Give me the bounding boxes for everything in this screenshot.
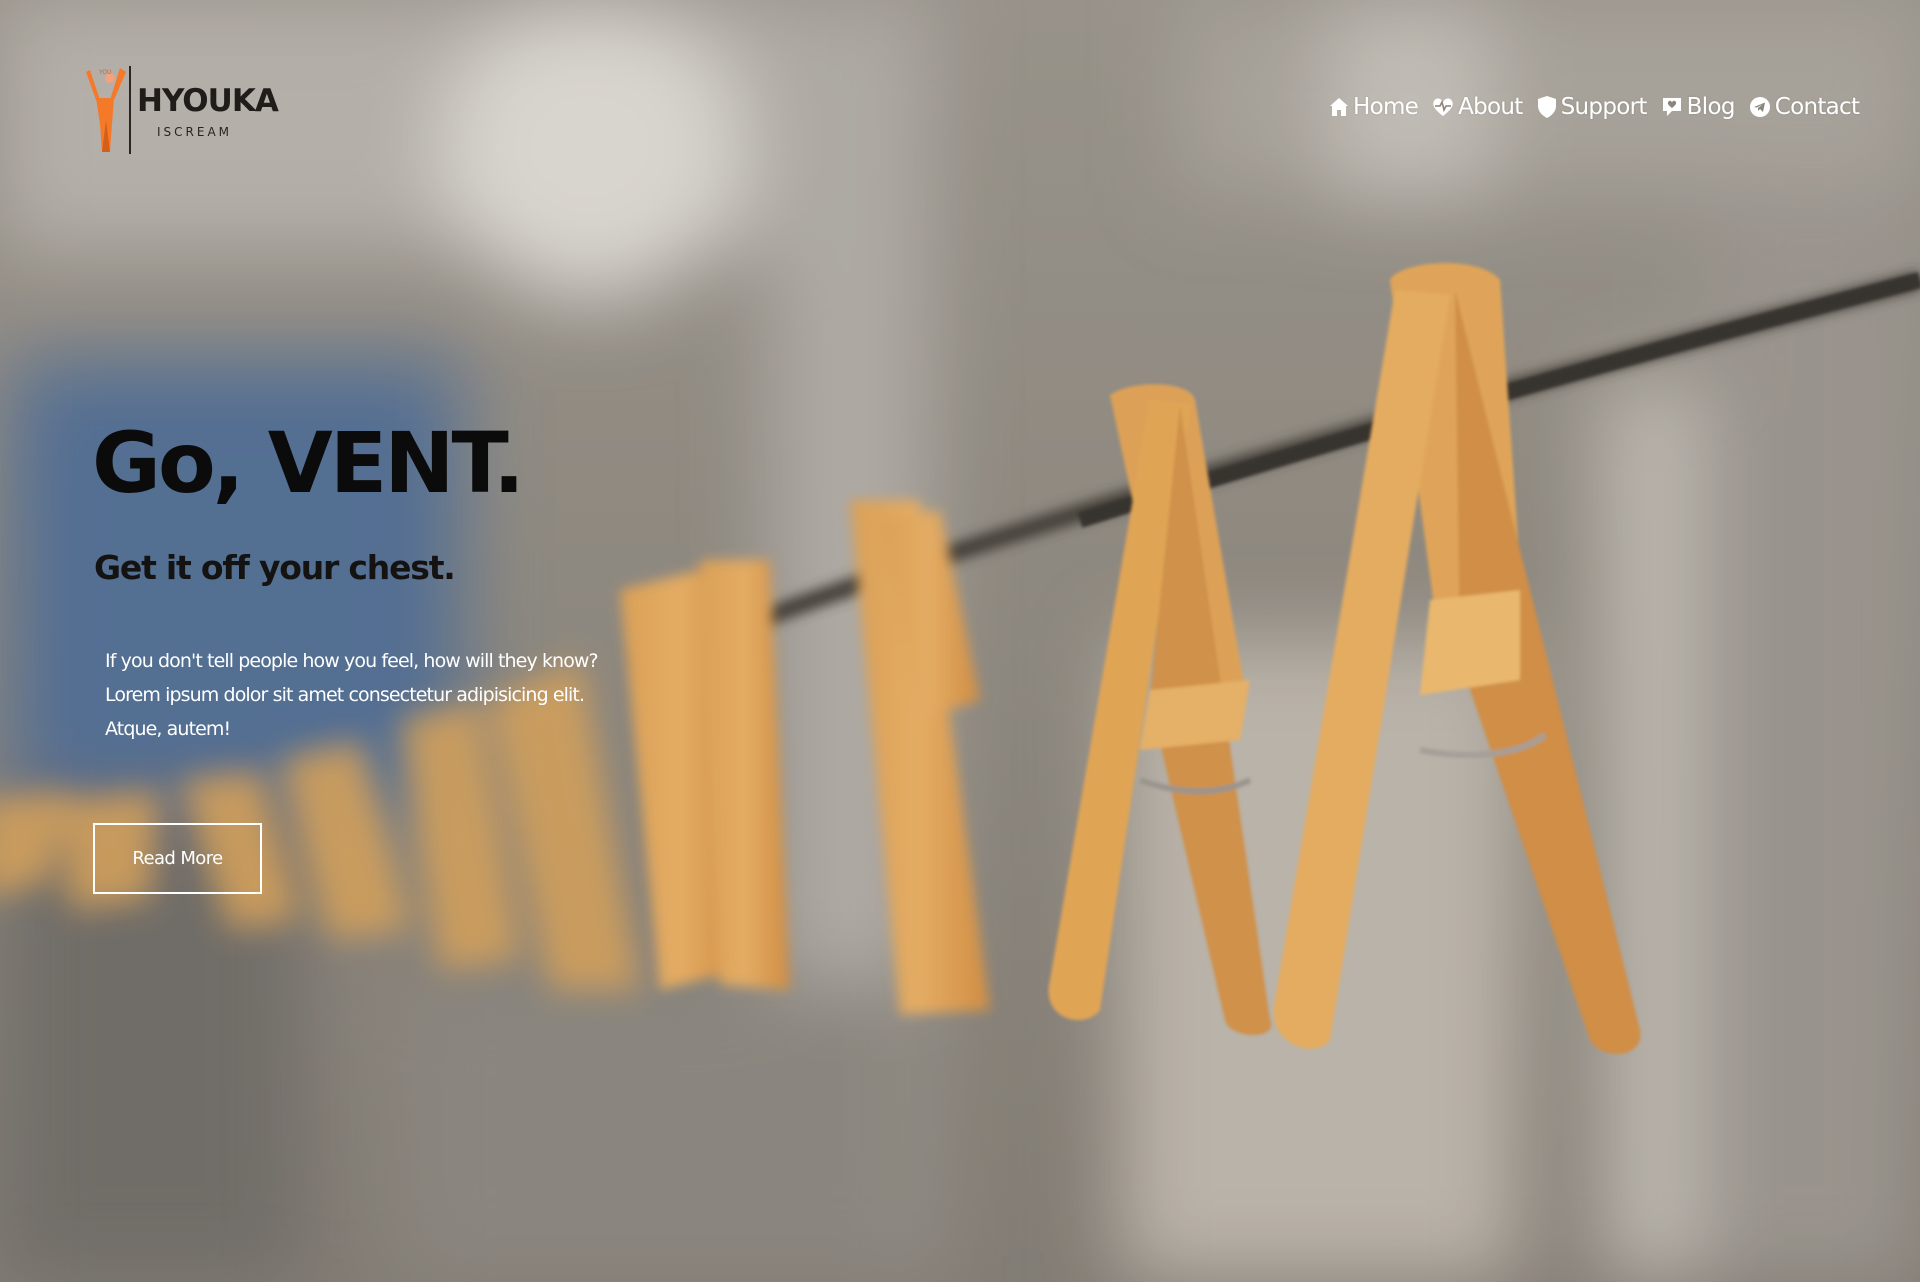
nav-item-support[interactable]: Support — [1537, 94, 1647, 120]
landing-page: YOU HYOUKA ISCREAM Home About Support Bl… — [0, 0, 1920, 1282]
nav-item-label: Home — [1353, 94, 1419, 120]
person-arms-raised-icon: YOU — [86, 68, 126, 152]
brand-logo[interactable]: YOU HYOUKA ISCREAM — [82, 64, 279, 156]
nav-item-blog[interactable]: Blog — [1661, 94, 1735, 120]
heart-pulse-icon — [1433, 98, 1453, 116]
hero-description-line: Lorem ipsum dolor sit amet consectetur a… — [105, 684, 585, 706]
read-more-button[interactable]: Read More — [93, 823, 262, 894]
nav-item-label: Contact — [1774, 94, 1860, 120]
shield-icon — [1537, 96, 1556, 118]
svg-text:YOU: YOU — [98, 69, 111, 76]
logo-divider — [129, 66, 131, 154]
nav-item-home[interactable]: Home — [1329, 94, 1419, 120]
nav-item-label: Blog — [1686, 94, 1736, 120]
hero-description-line: Atque, autem! — [105, 718, 231, 740]
brand-subtitle: ISCREAM — [157, 125, 233, 139]
nav-item-contact[interactable]: Contact — [1749, 94, 1860, 120]
telegram-icon — [1749, 97, 1770, 117]
hero-description: If you don't tell people how you feel, h… — [105, 644, 625, 746]
brand-name: HYOUKA — [137, 83, 279, 119]
home-icon — [1330, 98, 1348, 116]
hero-background-image — [0, 0, 1920, 1282]
nav-item-about[interactable]: About — [1432, 94, 1523, 120]
hero-title: Go, VENT. — [92, 414, 525, 512]
hero-description-line: If you don't tell people how you feel, h… — [105, 650, 599, 672]
main-nav: Home About Support Blog Contact — [1329, 94, 1860, 120]
hero-subtitle: Get it off your chest. — [94, 548, 456, 587]
nav-item-label: About — [1458, 94, 1523, 120]
nav-item-label: Support — [1560, 94, 1648, 120]
chat-heart-icon — [1662, 98, 1681, 116]
